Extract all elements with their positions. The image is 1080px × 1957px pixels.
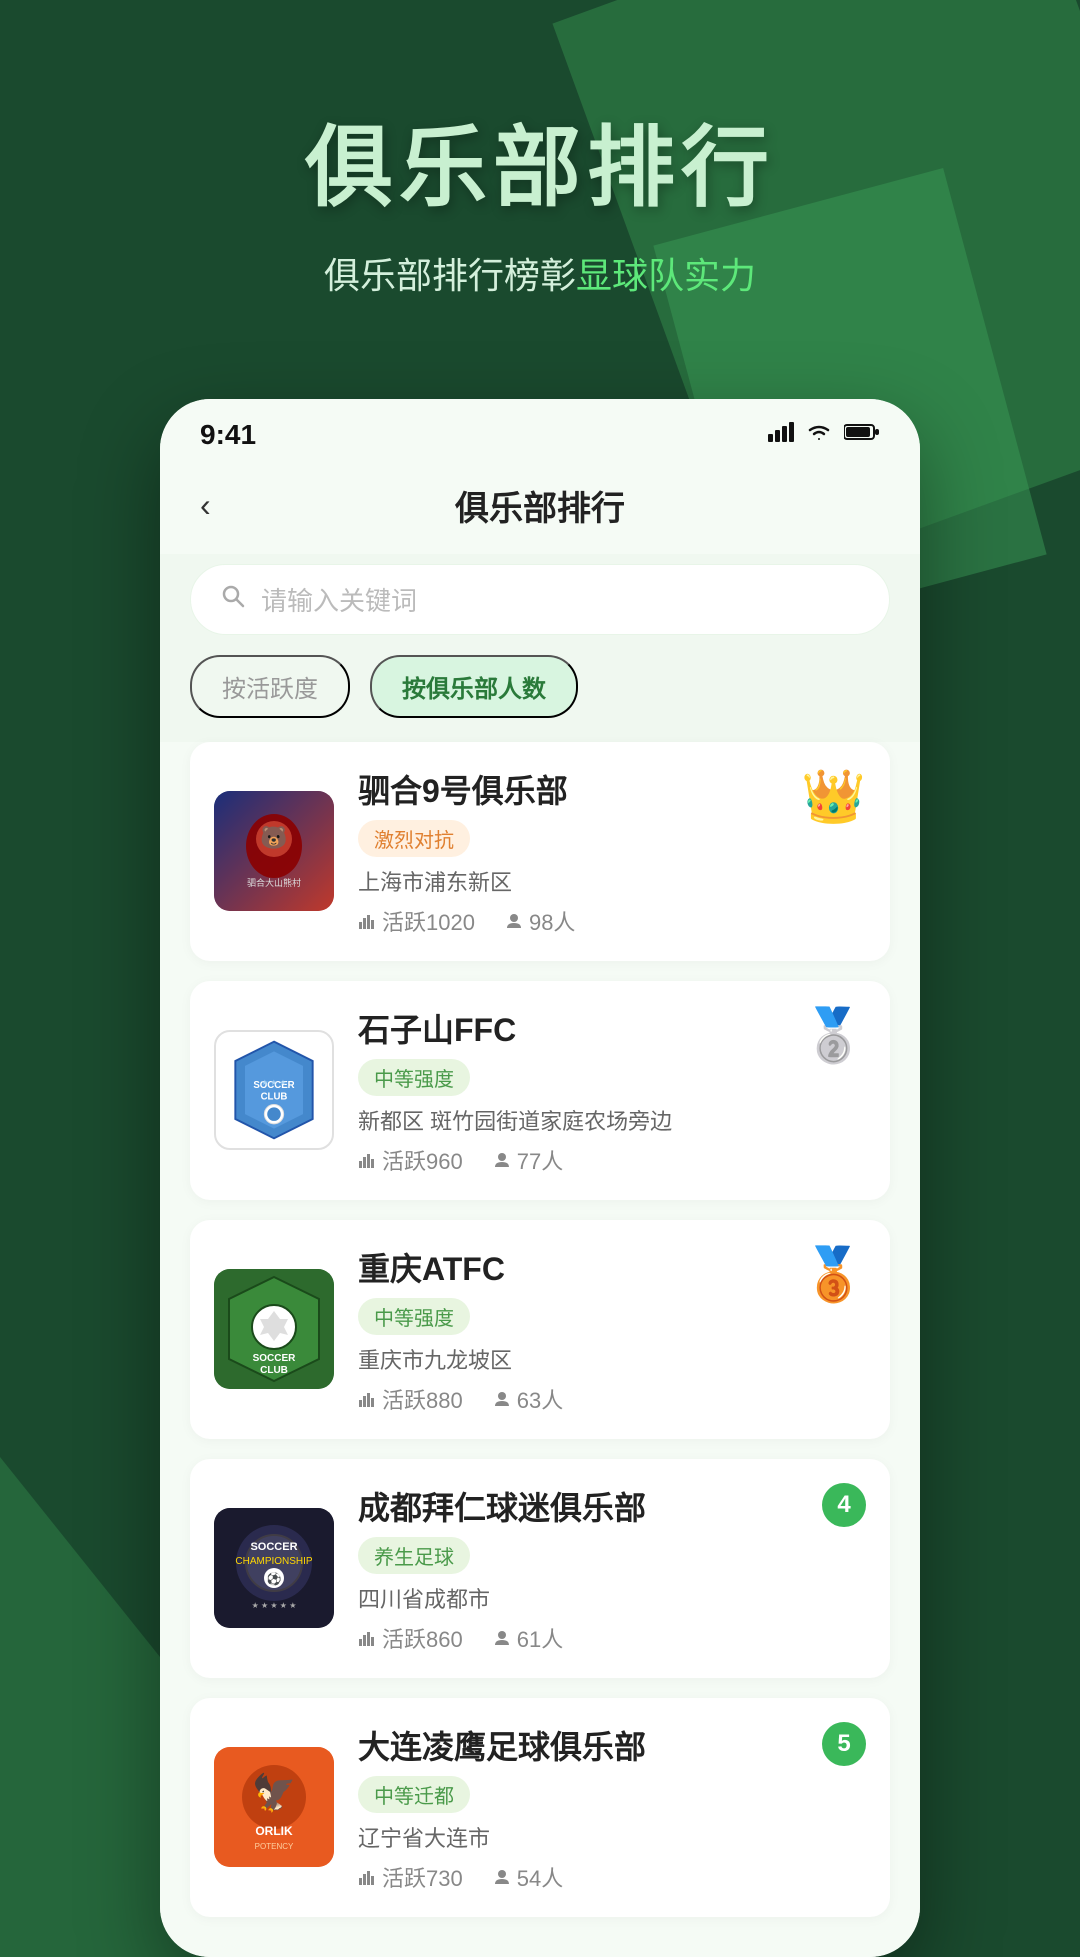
status-icons [768, 422, 880, 448]
club-members-4: 61人 [493, 1622, 563, 1654]
svg-text:CLUB: CLUB [260, 1365, 288, 1376]
club-location-1: 上海市浦东新区 [358, 865, 866, 897]
svg-text:CLUB: CLUB [261, 1092, 288, 1103]
club-logo-1: 🐻 驷合大山熊村 [214, 791, 334, 911]
subtitle-highlight: 显球队实力 [576, 255, 756, 298]
svg-text:SOCCER: SOCCER [253, 1353, 297, 1364]
back-button[interactable]: ‹ [200, 487, 211, 524]
club-list: 🐻 驷合大山熊村 驷合9号俱乐部 激烈对抗 上海市浦东新区 活跃1020 98人 [160, 742, 920, 1957]
svg-text:SOCCER: SOCCER [250, 1541, 297, 1553]
svg-text:POTENCY: POTENCY [255, 1842, 294, 1851]
gold-crown: 👑 [801, 766, 866, 827]
club-card-1[interactable]: 🐻 驷合大山熊村 驷合9号俱乐部 激烈对抗 上海市浦东新区 活跃1020 98人 [190, 742, 890, 961]
club-logo-4: SOCCER CHAMPIONSHIP ⚽ ★ ★ ★ ★ ★ [214, 1508, 334, 1628]
club-card-3[interactable]: SOCCER CLUB 重庆ATFC 中等强度 重庆市九龙坡区 活跃880 63… [190, 1220, 890, 1439]
club-tag-2: 中等强度 [358, 1059, 470, 1096]
app-title: 俱乐部排行 [455, 481, 625, 530]
hero-title: 俱乐部排行 [60, 120, 1020, 217]
svg-text:🐻: 🐻 [260, 824, 287, 850]
club-tag-3: 中等强度 [358, 1298, 470, 1335]
club-name-3: 重庆ATFC [358, 1244, 866, 1290]
subtitle-prefix: 俱乐部排行榜彰 [324, 255, 576, 296]
app-header: ‹ 俱乐部排行 [160, 461, 920, 554]
battery-icon [844, 423, 880, 446]
club-info-4: 成都拜仁球迷俱乐部 养生足球 四川省成都市 活跃860 61人 [358, 1483, 866, 1654]
club-tag-4: 养生足球 [358, 1537, 470, 1574]
club-card-2[interactable]: SOCCER CLUB ★ ★ ★ 石子山FFC 中等强度 新都区 斑竹园街道家… [190, 981, 890, 1200]
silver-crown: 🥈 [801, 1005, 866, 1066]
club-stats-2: 活跃960 77人 [358, 1144, 866, 1176]
bronze-crown: 🥉 [801, 1244, 866, 1305]
club-location-5: 辽宁省大连市 [358, 1821, 866, 1853]
club-members-1: 98人 [505, 905, 575, 937]
svg-text:⚽: ⚽ [266, 1572, 282, 1586]
filter-tab-activity[interactable]: 按活跃度 [190, 655, 350, 718]
club-stats-3: 活跃880 63人 [358, 1383, 866, 1415]
hero-section: 俱乐部排行 俱乐部排行榜彰显球队实力 [0, 0, 1080, 359]
svg-text:★ ★ ★ ★ ★: ★ ★ ★ ★ ★ [252, 1601, 297, 1610]
club-activity-2: 活跃960 [358, 1144, 463, 1176]
signal-icon [768, 422, 794, 448]
club-activity-3: 活跃880 [358, 1383, 463, 1415]
club-activity-5: 活跃730 [358, 1861, 463, 1893]
club-activity-1: 活跃1020 [358, 905, 475, 937]
search-placeholder-text: 请输入关键词 [261, 581, 417, 618]
club-tag-5: 中等迁都 [358, 1776, 470, 1813]
club-name-2: 石子山FFC [358, 1005, 866, 1051]
club-members-3: 63人 [493, 1383, 563, 1415]
club-location-3: 重庆市九龙坡区 [358, 1343, 866, 1375]
search-bar[interactable]: 请输入关键词 [190, 564, 890, 635]
filter-tabs: 按活跃度 按俱乐部人数 [160, 655, 920, 742]
rank-badge-5: 5 [822, 1722, 866, 1766]
svg-text:CHAMPIONSHIP: CHAMPIONSHIP [235, 1556, 313, 1567]
rank-badge-3: 🥉 [801, 1244, 866, 1305]
svg-text:驷合大山熊村: 驷合大山熊村 [247, 877, 301, 888]
rank-number-4: 4 [822, 1483, 866, 1527]
club-logo-2: SOCCER CLUB ★ ★ ★ [214, 1030, 334, 1150]
club-stats-5: 活跃730 54人 [358, 1861, 866, 1893]
svg-text:★ ★ ★: ★ ★ ★ [261, 1078, 286, 1087]
club-name-4: 成都拜仁球迷俱乐部 [358, 1483, 866, 1529]
club-logo-5: 🦅 ORLIK POTENCY [214, 1747, 334, 1867]
club-members-5: 54人 [493, 1861, 563, 1893]
search-icon [221, 584, 245, 615]
rank-number-5: 5 [822, 1722, 866, 1766]
status-bar: 9:41 [160, 399, 920, 461]
list-bottom-spacer [190, 1937, 890, 1957]
club-card-5[interactable]: 🦅 ORLIK POTENCY 大连凌鹰足球俱乐部 中等迁都 辽宁省大连市 活跃… [190, 1698, 890, 1917]
hero-subtitle: 俱乐部排行榜彰显球队实力 [60, 247, 1020, 299]
filter-tab-members[interactable]: 按俱乐部人数 [370, 655, 578, 718]
status-time: 9:41 [200, 419, 256, 451]
club-logo-3: SOCCER CLUB [214, 1269, 334, 1389]
svg-text:ORLIK: ORLIK [255, 1824, 293, 1838]
club-tag-1: 激烈对抗 [358, 820, 470, 857]
club-card-4[interactable]: SOCCER CHAMPIONSHIP ⚽ ★ ★ ★ ★ ★ 成都拜仁球迷俱乐… [190, 1459, 890, 1678]
club-activity-4: 活跃860 [358, 1622, 463, 1654]
svg-text:🦅: 🦅 [252, 1771, 297, 1813]
wifi-icon [806, 422, 832, 448]
club-stats-4: 活跃860 61人 [358, 1622, 866, 1654]
club-name-5: 大连凌鹰足球俱乐部 [358, 1722, 866, 1768]
club-info-3: 重庆ATFC 中等强度 重庆市九龙坡区 活跃880 63人 [358, 1244, 866, 1415]
phone-mockup: 9:41 ‹ 俱乐部排行 请输入关键词 按活跃度 按俱乐部人数 [160, 399, 920, 1957]
club-stats-1: 活跃1020 98人 [358, 905, 866, 937]
club-info-2: 石子山FFC 中等强度 新都区 斑竹园街道家庭农场旁边 活跃960 77人 [358, 1005, 866, 1176]
rank-badge-1: 👑 [801, 766, 866, 827]
club-info-5: 大连凌鹰足球俱乐部 中等迁都 辽宁省大连市 活跃730 54人 [358, 1722, 866, 1893]
club-info-1: 驷合9号俱乐部 激烈对抗 上海市浦东新区 活跃1020 98人 [358, 766, 866, 937]
club-name-1: 驷合9号俱乐部 [358, 766, 866, 812]
rank-badge-2: 🥈 [801, 1005, 866, 1066]
club-location-4: 四川省成都市 [358, 1582, 866, 1614]
rank-badge-4: 4 [822, 1483, 866, 1527]
club-location-2: 新都区 斑竹园街道家庭农场旁边 [358, 1104, 866, 1136]
club-members-2: 77人 [493, 1144, 563, 1176]
